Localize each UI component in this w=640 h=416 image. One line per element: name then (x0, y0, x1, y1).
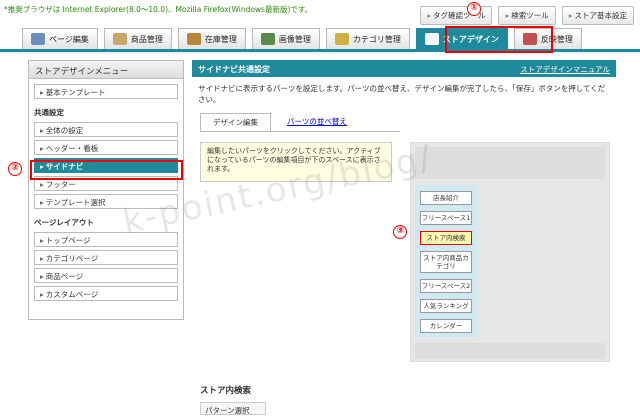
sidebar-item-product-page[interactable]: ▸ 商品ページ (34, 268, 178, 283)
store-basic-settings-label: ストア基本設定 (574, 11, 628, 20)
sidebar-item-label: カテゴリページ (45, 254, 99, 263)
design-manual-link[interactable]: ストアデザインマニュアル (520, 64, 610, 75)
preview-main-area (481, 185, 605, 337)
tab-label: 商品管理 (130, 34, 163, 44)
arrow-icon: ▸ (427, 11, 431, 20)
search-tool-label: 検索ツール (511, 11, 549, 20)
side-navi-preview: 店長紹介 フリースペース1 ストア内検索 ストア内商品カテゴリ フリースペース2… (410, 142, 610, 362)
sidebar-section-page-layout: ページレイアウト (34, 218, 94, 227)
sidebar-item-category-page[interactable]: ▸ カテゴリページ (34, 250, 178, 265)
tab-image-management[interactable]: 画像管理 (251, 28, 320, 49)
sidebar-item-top-page[interactable]: ▸ トップページ (34, 232, 178, 247)
sidebar-title: ストアデザインメニュー (29, 61, 183, 79)
part-calendar[interactable]: カレンダー (420, 319, 472, 333)
preview-header-area (415, 147, 605, 179)
arrow-icon: ▸ (40, 144, 44, 153)
tab-label: ページ編集 (49, 34, 89, 44)
sidebar-item-template-select[interactable]: ▸ テンプレート選択 (34, 194, 178, 209)
preview-footer-area (415, 343, 605, 359)
tab-label: 在庫管理 (204, 34, 237, 44)
arrow-icon: ▸ (40, 272, 44, 281)
part-store-search[interactable]: ストア内検索 (420, 231, 472, 245)
arrow-icon: ▸ (40, 198, 44, 207)
sidebar-section-common: 共通設定 (34, 108, 64, 117)
category-icon (334, 33, 349, 45)
sidebar-item-label: トップページ (45, 236, 91, 245)
callout-1: ① (467, 2, 481, 16)
callout-3: ③ (393, 225, 407, 239)
section-title: ストア内検索 (200, 386, 252, 396)
preview-side-column: 店長紹介 フリースペース1 ストア内検索 ストア内商品カテゴリ フリースペース2… (415, 185, 477, 337)
arrow-icon: ▸ (40, 126, 44, 135)
store-design-menu: ストアデザインメニュー ▸ 基本テンプレート 共通設定 ▸ 全体の設定 ▸ ヘッダー・… (28, 60, 184, 320)
part-ranking[interactable]: 人気ランキング (420, 299, 472, 313)
page-edit-icon (31, 33, 45, 45)
highlight-box-side-navi (30, 160, 183, 180)
arrow-icon: ▸ (40, 180, 44, 189)
sidebar-item-label: フッター (45, 180, 76, 189)
sidebar-item-basic-template[interactable]: ▸ 基本テンプレート (34, 84, 178, 99)
sidebar-item-label: カスタムページ (45, 290, 99, 299)
tab-product-management[interactable]: 商品管理 (103, 28, 172, 49)
arrow-icon: ▸ (40, 290, 44, 299)
part-manager-intro[interactable]: 店長紹介 (420, 191, 472, 205)
tab-category-management[interactable]: カテゴリ管理 (325, 28, 410, 49)
inventory-box-icon (186, 33, 201, 45)
store-basic-settings-link[interactable]: ▸ ストア基本設定 (561, 6, 634, 25)
main-panel: サイドナビ共通設定 ストアデザインマニュアル サイドナビに表示するパーツを設定し… (192, 60, 616, 416)
part-store-category[interactable]: ストア内商品カテゴリ (420, 251, 472, 273)
callout-2: ② (8, 162, 22, 176)
part-free-space-2[interactable]: フリースペース2 (420, 279, 472, 293)
sidebar-item-custom-page[interactable]: ▸ カスタムページ (34, 286, 178, 301)
panel-header: サイドナビ共通設定 ストアデザインマニュアル (192, 60, 616, 77)
part-free-space-1[interactable]: フリースペース1 (420, 211, 472, 225)
sidebar-item-label: 商品ページ (45, 272, 84, 281)
sidebar-item-header[interactable]: ▸ ヘッダー・看板 (34, 140, 178, 155)
sidebar-item-label: テンプレート選択 (45, 198, 106, 207)
tab-label: カテゴリ管理 (352, 34, 401, 44)
arrow-icon: ▸ (505, 11, 510, 20)
image-icon (260, 33, 275, 45)
sidebar-item-label: 全体の設定 (45, 126, 84, 135)
sidebar-item-label: ヘッダー・看板 (45, 144, 99, 153)
browser-notice: *推奨ブラウザは Internet Explorer(8.0〜10.0)、Moz… (4, 5, 313, 14)
tab-page-edit[interactable]: ページ編集 (22, 28, 98, 49)
arrow-icon: ▸ (40, 236, 44, 245)
arrow-icon: ▸ (568, 11, 573, 20)
pattern-select-label: パターン選択 (200, 402, 266, 415)
sidebar-item-label: 基本テンプレート (45, 88, 106, 97)
arrow-icon: ▸ (40, 254, 44, 263)
product-icon (112, 33, 127, 45)
tag-check-tool-link[interactable]: ▸ タグ確認ツール (420, 6, 493, 25)
arrow-icon: ▸ (40, 88, 44, 97)
store-design-icon (424, 33, 439, 45)
tab-parts-reorder[interactable]: パーツの並べ替え (275, 113, 359, 131)
sub-tab-bar: デザイン編集 パーツの並べ替え (200, 113, 400, 132)
page-description: サイドナビに表示するパーツを設定します。パーツの並べ替え、デザイン編集が完了した… (198, 84, 606, 104)
instruction-box: 編集したいパーツをクリックしてください。アクティブになっているパーツの編集項目が… (200, 142, 392, 182)
tab-label: 画像管理 (278, 34, 311, 44)
top-links: ▸ タグ確認ツール ▸ 検索ツール ▸ ストア基本設定 (420, 6, 634, 25)
page-title: サイドナビ共通設定 (198, 65, 270, 74)
tab-inventory-management[interactable]: 在庫管理 (177, 28, 246, 49)
highlight-box-store-design-tab (445, 26, 553, 53)
sidebar-item-overall-settings[interactable]: ▸ 全体の設定 (34, 122, 178, 137)
search-tool-link[interactable]: ▸ 検索ツール (498, 6, 556, 25)
tab-design-edit[interactable]: デザイン編集 (200, 113, 271, 131)
